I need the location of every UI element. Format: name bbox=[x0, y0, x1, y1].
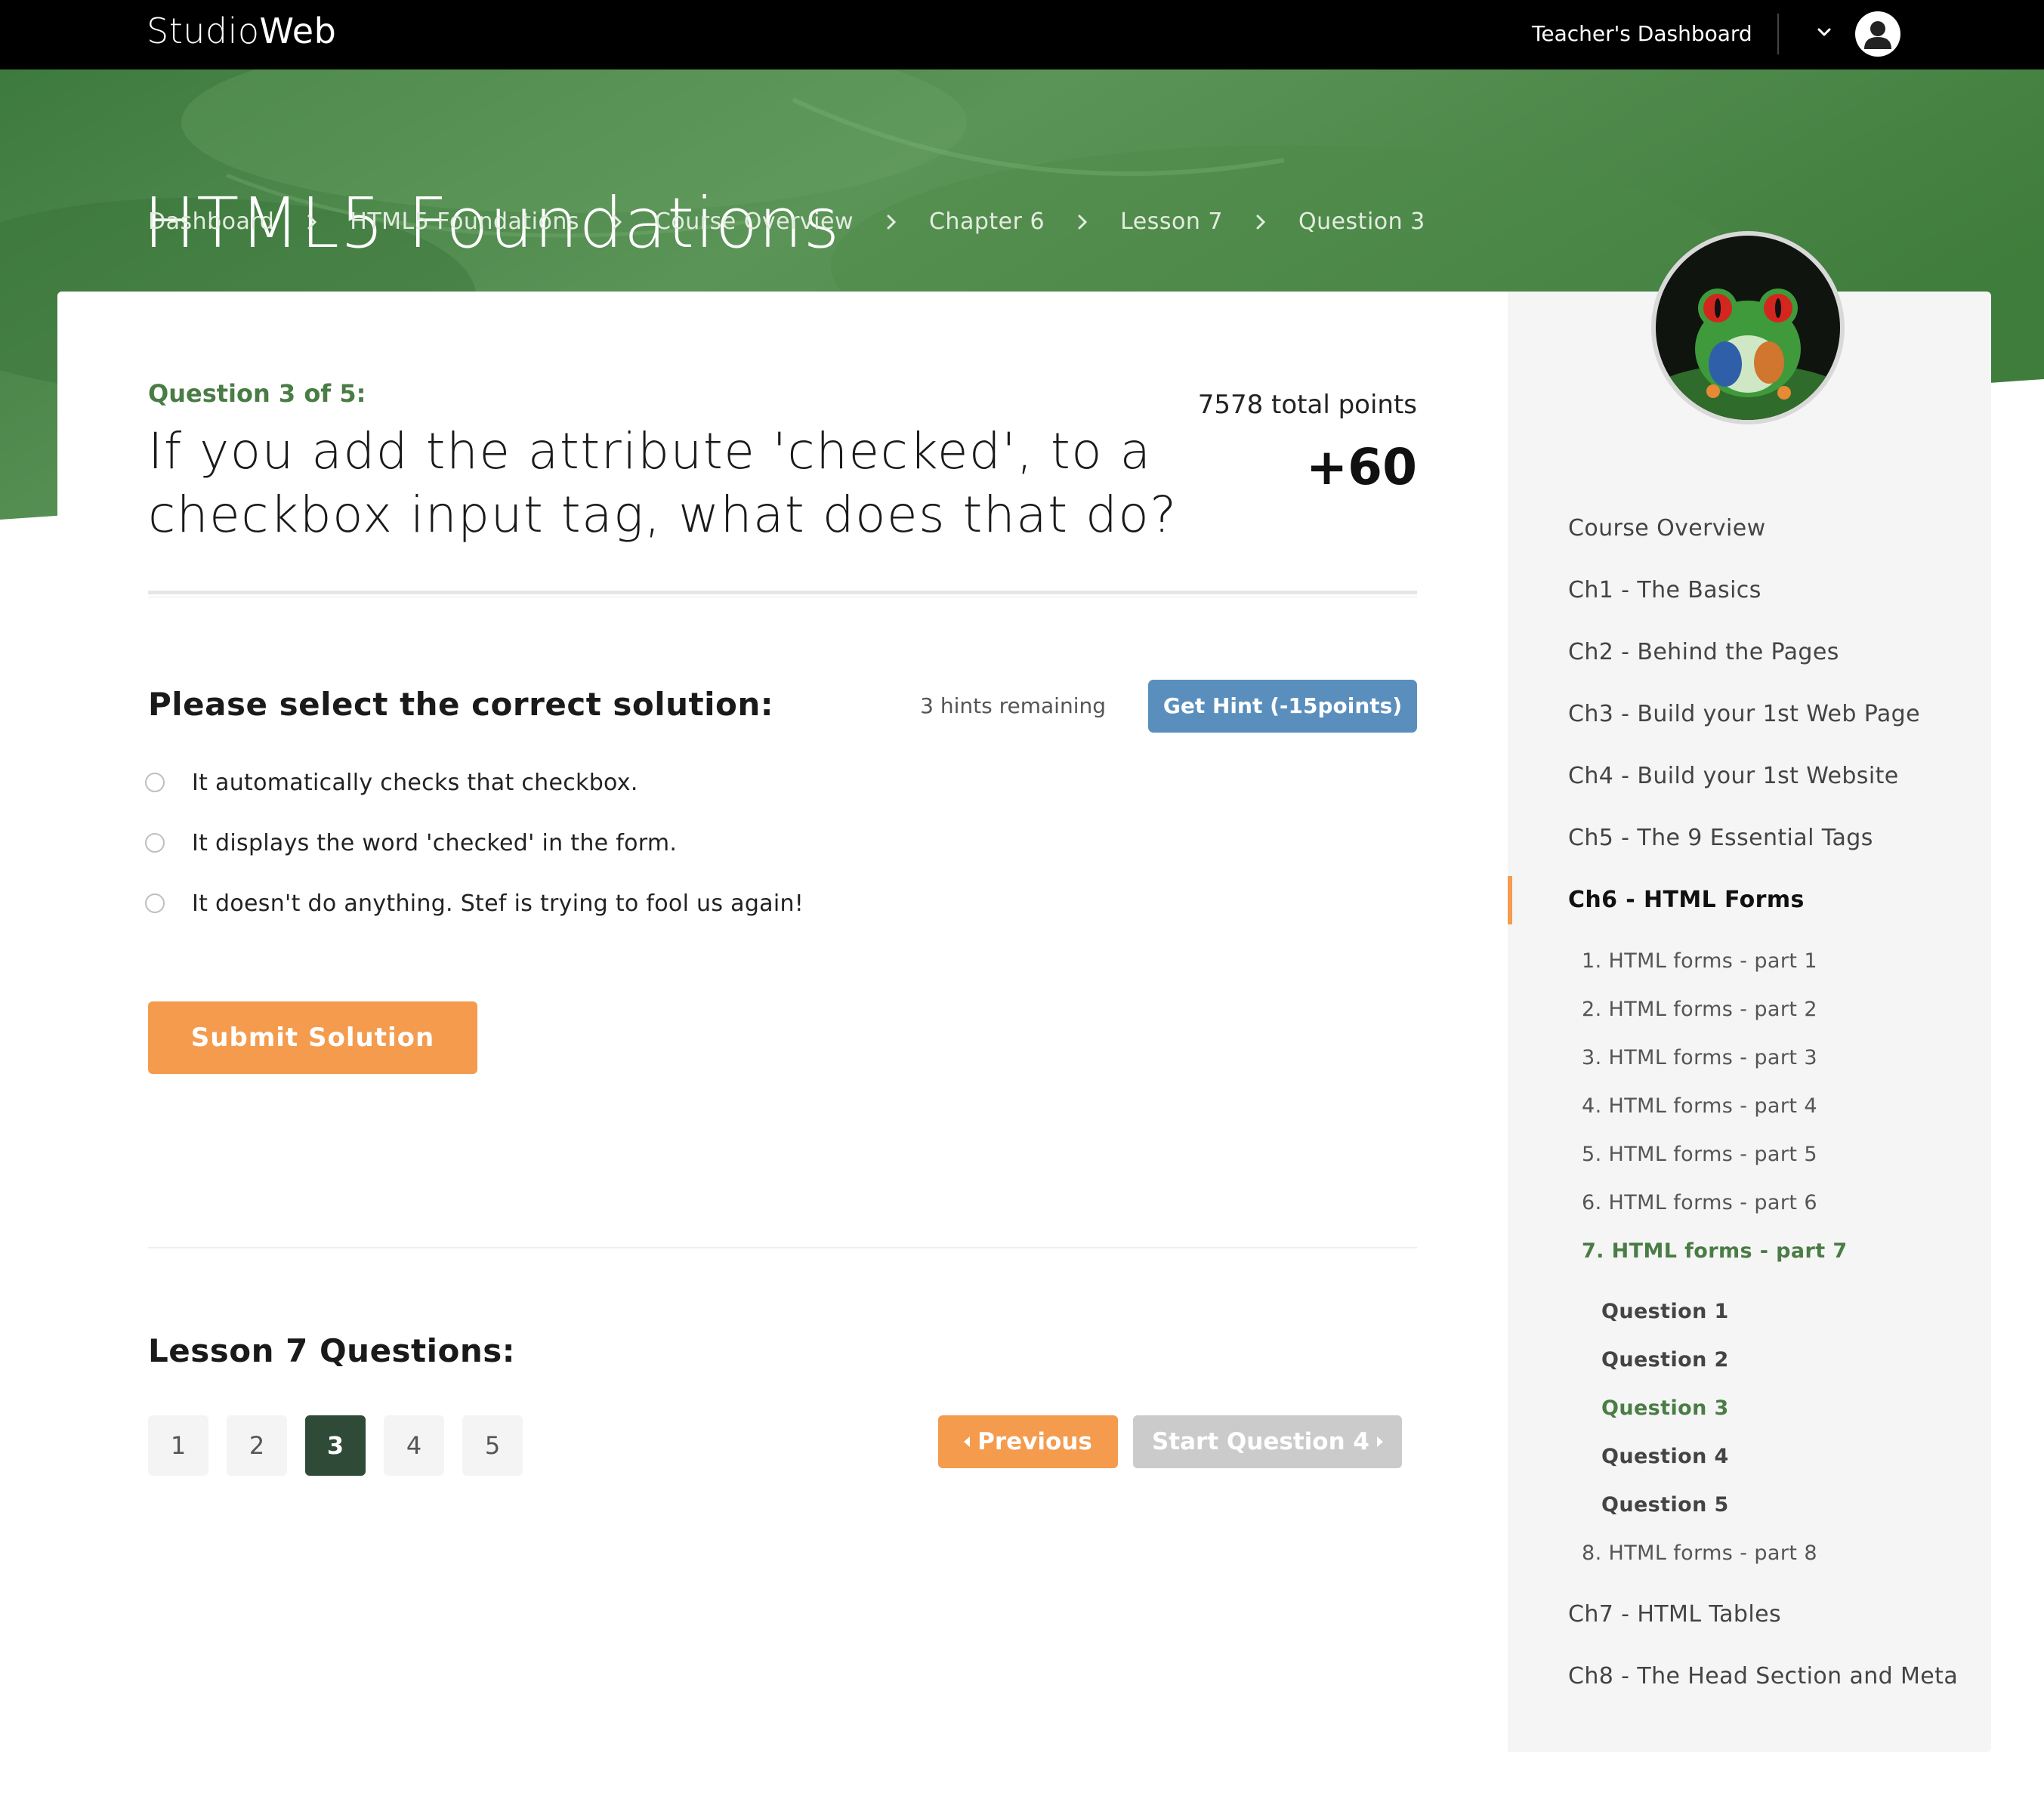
chevron-right-icon bbox=[613, 214, 622, 229]
user-icon[interactable] bbox=[1855, 11, 1900, 57]
sidebar-item-ch1[interactable]: Ch1 - The Basics bbox=[1568, 577, 1761, 603]
top-navbar: StudioWeb Teacher's Dashboard bbox=[0, 0, 2044, 69]
question-page-3[interactable]: 3 bbox=[305, 1415, 366, 1476]
caret-right-icon bbox=[1377, 1436, 1384, 1447]
answer-option[interactable]: It displays the word 'checked' in the fo… bbox=[145, 824, 677, 862]
sidebar-item-ch2[interactable]: Ch2 - Behind the Pages bbox=[1568, 639, 1839, 665]
profile-avatar[interactable] bbox=[1651, 231, 1845, 424]
sidebar-question-3[interactable]: Question 3 bbox=[1601, 1396, 1729, 1420]
breadcrumb-dashboard[interactable]: Dashboard bbox=[148, 208, 274, 235]
caret-left-icon bbox=[964, 1436, 971, 1447]
answer-option-label: It automatically checks that checkbox. bbox=[192, 769, 638, 796]
divider bbox=[148, 591, 1417, 594]
previous-button-label: Previous bbox=[977, 1428, 1092, 1455]
radio-icon[interactable] bbox=[145, 833, 165, 853]
chevron-right-icon bbox=[1078, 214, 1088, 229]
points-gain: +60 bbox=[1305, 438, 1417, 496]
sidebar-question-2[interactable]: Question 2 bbox=[1601, 1348, 1729, 1372]
current-chapter-marker bbox=[1508, 876, 1512, 924]
sidebar-question-5[interactable]: Question 5 bbox=[1601, 1493, 1729, 1517]
answer-option[interactable]: It automatically checks that checkbox. bbox=[145, 764, 638, 801]
sidebar-lesson-4[interactable]: 4. HTML forms - part 4 bbox=[1582, 1094, 1817, 1118]
start-next-question-button[interactable]: Start Question 4 bbox=[1133, 1415, 1402, 1468]
chevron-right-icon bbox=[1256, 214, 1266, 229]
divider bbox=[148, 1247, 1417, 1248]
select-solution-heading: Please select the correct solution: bbox=[148, 686, 774, 723]
breadcrumb-question: Question 3 bbox=[1298, 208, 1425, 235]
question-text: If you add the attribute 'checked', to a… bbox=[148, 422, 1178, 544]
course-sidebar bbox=[1508, 292, 1991, 1752]
answer-option-label: It doesn't do anything. Stef is trying t… bbox=[192, 890, 804, 917]
lesson-questions-heading: Lesson 7 Questions: bbox=[148, 1332, 516, 1369]
sidebar-lesson-6[interactable]: 6. HTML forms - part 6 bbox=[1582, 1191, 1817, 1214]
chevron-right-icon bbox=[887, 214, 897, 229]
sidebar-item-ch5[interactable]: Ch5 - The 9 Essential Tags bbox=[1568, 825, 1873, 851]
radio-icon[interactable] bbox=[145, 893, 165, 913]
radio-icon[interactable] bbox=[145, 773, 165, 792]
frog-avatar-image bbox=[1656, 236, 1840, 420]
previous-button[interactable]: Previous bbox=[938, 1415, 1118, 1468]
breadcrumb-course[interactable]: HTML5 Foundations bbox=[350, 208, 579, 235]
sidebar-lesson-8[interactable]: 8. HTML forms - part 8 bbox=[1582, 1541, 1817, 1565]
sidebar-item-ch4[interactable]: Ch4 - Build your 1st Website bbox=[1568, 763, 1899, 789]
sidebar-item-ch3[interactable]: Ch3 - Build your 1st Web Page bbox=[1568, 701, 1920, 727]
answer-option-label: It displays the word 'checked' in the fo… bbox=[192, 829, 678, 856]
question-page-5[interactable]: 5 bbox=[462, 1415, 523, 1476]
teachers-dashboard-link[interactable]: Teacher's Dashboard bbox=[1532, 21, 1752, 46]
sidebar-lesson-3[interactable]: 3. HTML forms - part 3 bbox=[1582, 1046, 1817, 1069]
question-page-2[interactable]: 2 bbox=[227, 1415, 287, 1476]
answer-option[interactable]: It doesn't do anything. Stef is trying t… bbox=[145, 884, 804, 922]
logo-text-light: Studio bbox=[147, 11, 260, 51]
submit-solution-button[interactable]: Submit Solution bbox=[148, 1001, 477, 1074]
logo-text-bold: Web bbox=[259, 11, 337, 51]
total-points: 7578 total points bbox=[1197, 390, 1417, 420]
sidebar-item-course-overview[interactable]: Course Overview bbox=[1568, 515, 1766, 542]
sidebar-question-4[interactable]: Question 4 bbox=[1601, 1445, 1729, 1468]
sidebar-item-ch7[interactable]: Ch7 - HTML Tables bbox=[1568, 1601, 1781, 1628]
breadcrumb-chapter[interactable]: Chapter 6 bbox=[929, 208, 1045, 235]
get-hint-button[interactable]: Get Hint (-15points) bbox=[1148, 680, 1417, 733]
nav-divider bbox=[1777, 14, 1779, 54]
breadcrumb-lesson[interactable]: Lesson 7 bbox=[1120, 208, 1223, 235]
chevron-right-icon bbox=[307, 214, 317, 229]
studioweb-logo[interactable]: StudioWeb bbox=[147, 11, 336, 51]
sidebar-lesson-2[interactable]: 2. HTML forms - part 2 bbox=[1582, 998, 1817, 1021]
sidebar-question-1[interactable]: Question 1 bbox=[1601, 1300, 1729, 1323]
sidebar-lesson-1[interactable]: 1. HTML forms - part 1 bbox=[1582, 949, 1817, 973]
breadcrumb-course-overview[interactable]: Course Overview bbox=[655, 208, 854, 235]
question-page-4[interactable]: 4 bbox=[384, 1415, 444, 1476]
question-page-1[interactable]: 1 bbox=[148, 1415, 208, 1476]
sidebar-lesson-7[interactable]: 7. HTML forms - part 7 bbox=[1582, 1239, 1848, 1263]
sidebar-lesson-5[interactable]: 5. HTML forms - part 5 bbox=[1582, 1143, 1817, 1166]
breadcrumb: Dashboard HTML5 Foundations Course Overv… bbox=[148, 208, 1425, 235]
chevron-down-icon[interactable] bbox=[1813, 21, 1836, 44]
sidebar-item-ch6[interactable]: Ch6 - HTML Forms bbox=[1568, 887, 1805, 913]
sidebar-item-ch8[interactable]: Ch8 - The Head Section and Meta bbox=[1568, 1663, 1958, 1689]
question-counter: Question 3 of 5: bbox=[148, 379, 366, 408]
hints-remaining: 3 hints remaining bbox=[920, 693, 1106, 718]
next-button-label: Start Question 4 bbox=[1151, 1428, 1370, 1455]
